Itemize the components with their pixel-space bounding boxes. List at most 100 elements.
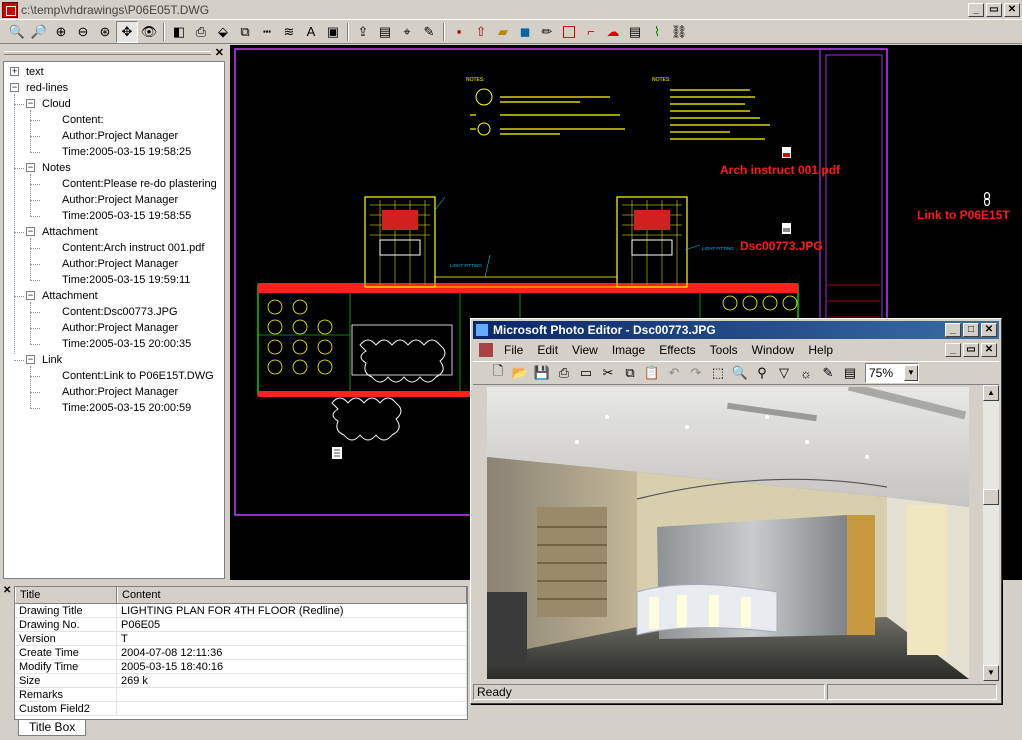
edit-icon[interactable]: ✎	[418, 21, 440, 43]
menu-edit[interactable]: Edit	[530, 343, 565, 357]
tree-leaf-time[interactable]: Time:2005-03-15 19:58:55	[62, 208, 191, 224]
tree-leaf-content[interactable]: Content:Dsc00773.JPG	[62, 304, 178, 320]
polygon-icon[interactable]: ⌐	[580, 21, 602, 43]
link-icon[interactable]: ⛓	[668, 21, 690, 43]
tree-leaf-content[interactable]: Content:Link to P06E15T.DWG	[62, 368, 214, 384]
column-header-title[interactable]: Title	[15, 587, 117, 603]
tree-node-cloud[interactable]: − Cloud	[26, 96, 71, 112]
menu-window[interactable]: Window	[745, 343, 802, 357]
tree-leaf-author[interactable]: Author:Project Manager	[62, 128, 178, 144]
tree-node-link[interactable]: − Link	[26, 352, 62, 368]
chevron-down-icon[interactable]: ▼	[904, 365, 918, 381]
photo-canvas[interactable]	[487, 387, 969, 679]
tree-node-text[interactable]: + text	[10, 64, 44, 80]
save-icon[interactable]: ▪	[448, 21, 470, 43]
save-icon[interactable]: 💾	[531, 363, 553, 383]
tree-leaf-content[interactable]: Content:	[62, 112, 104, 128]
tree-leaf-content[interactable]: Content:Please re-do plastering	[62, 176, 217, 192]
copy-icon[interactable]: ⧉	[619, 363, 641, 383]
zoom-select[interactable]: 75% ▼	[865, 363, 919, 383]
scroll-down-icon[interactable]: ▼	[983, 665, 999, 681]
layers-icon[interactable]: ⧉	[234, 21, 256, 43]
transparency-icon[interactable]: ▽	[773, 363, 795, 383]
zoom-in-icon[interactable]: 🔍	[6, 21, 28, 43]
text-icon[interactable]: A	[300, 21, 322, 43]
print-icon[interactable]: ⎙	[553, 363, 575, 383]
minimize-button[interactable]: _	[968, 2, 984, 17]
pe-maximize-button[interactable]: □	[963, 323, 979, 337]
doc-minimize-button[interactable]: _	[945, 343, 961, 357]
view-icon[interactable]: 👁	[138, 21, 160, 43]
document-icon[interactable]	[479, 343, 493, 357]
scroll-thumb[interactable]	[983, 489, 999, 505]
tree-node-notes[interactable]: − Notes	[26, 160, 71, 176]
scroll-up-icon[interactable]: ▲	[983, 385, 999, 401]
eyedropper-icon[interactable]: ⚲	[751, 363, 773, 383]
pe-minimize-button[interactable]: _	[945, 323, 961, 337]
new-icon[interactable]: 🗋	[487, 363, 509, 383]
close-button[interactable]: ✕	[1004, 2, 1020, 17]
menu-image[interactable]: Image	[605, 343, 652, 357]
table-row[interactable]: Modify Time 2005-03-15 18:40:16	[15, 660, 467, 674]
tree-leaf-time[interactable]: Time:2005-03-15 19:58:25	[62, 144, 191, 160]
menu-help[interactable]: Help	[801, 343, 840, 357]
zoom-window-icon[interactable]: ⊕	[50, 21, 72, 43]
line-style-icon[interactable]: ┅	[256, 21, 278, 43]
compress-icon[interactable]: ◼	[514, 21, 536, 43]
properties-icon[interactable]: ▤	[839, 363, 861, 383]
annotation-drawing-link[interactable]: Link to P06E15T	[917, 208, 1010, 222]
doc-restore-button[interactable]: ▭	[963, 343, 979, 357]
redo-icon[interactable]: ↷	[685, 363, 707, 383]
pe-close-button[interactable]: ✕	[981, 323, 997, 337]
measure-icon[interactable]: ⌖	[396, 21, 418, 43]
open-icon[interactable]: 📂	[509, 363, 531, 383]
tree-leaf-author[interactable]: Author:Project Manager	[62, 320, 178, 336]
export-icon[interactable]: ⇪	[352, 21, 374, 43]
tree-leaf-content[interactable]: Content:Arch instruct 001.pdf	[62, 240, 204, 256]
color-icon[interactable]: ◧	[168, 21, 190, 43]
table-row[interactable]: Custom Field2	[15, 702, 467, 716]
layer-stack-icon[interactable]: ≋	[278, 21, 300, 43]
pen-icon[interactable]: ✏	[536, 21, 558, 43]
menu-file[interactable]: File	[497, 343, 530, 357]
photo-editor-icon[interactable]	[475, 323, 489, 337]
rectangle-icon[interactable]	[558, 21, 580, 43]
cloud-icon[interactable]: ☁	[602, 21, 624, 43]
tree-leaf-author[interactable]: Author:Project Manager	[62, 192, 178, 208]
close-panel-icon[interactable]: ✕	[3, 585, 11, 596]
table-row[interactable]: Create Time 2004-07-08 12:11:36	[15, 646, 467, 660]
table-row[interactable]: Size 269 k	[15, 674, 467, 688]
select-icon[interactable]: ⬚	[707, 363, 729, 383]
3d-icon[interactable]: ⬙	[212, 21, 234, 43]
undo-icon[interactable]: ↶	[663, 363, 685, 383]
brightness-icon[interactable]: ☼	[795, 363, 817, 383]
zoom-extents-icon[interactable]: ⊛	[94, 21, 116, 43]
zoom-previous-icon[interactable]: ⊖	[72, 21, 94, 43]
tree-leaf-author[interactable]: Author:Project Manager	[62, 384, 178, 400]
annotation-jpg-link[interactable]: Dsc00773.JPG	[740, 239, 823, 253]
annotation-pdf-link[interactable]: Arch instruct 001.pdf	[720, 163, 840, 177]
close-panel-icon[interactable]: ✕	[215, 46, 224, 59]
tree-leaf-time[interactable]: Time:2005-03-15 19:59:11	[62, 272, 190, 288]
print-icon[interactable]: ⎙	[190, 21, 212, 43]
pan-icon[interactable]: ✥	[116, 20, 138, 43]
open-icon[interactable]: ▰	[492, 21, 514, 43]
menu-tools[interactable]: Tools	[703, 343, 745, 357]
menu-view[interactable]: View	[565, 343, 605, 357]
app-icon[interactable]	[2, 1, 18, 18]
table-row[interactable]: Drawing Title LIGHTING PLAN FOR 4TH FLOOR…	[15, 604, 467, 618]
menu-effects[interactable]: Effects	[652, 343, 702, 357]
restore-button[interactable]: ▭	[986, 2, 1002, 17]
tree-node-attachment[interactable]: − Attachment	[26, 224, 98, 240]
photo-editor-title-bar[interactable]: Microsoft Photo Editor - Dsc00773.JPG _ …	[473, 321, 999, 339]
zoom-out-icon[interactable]: 🔎	[28, 21, 50, 43]
tree-node-attachment[interactable]: − Attachment	[26, 288, 98, 304]
panel-grip[interactable]: ✕	[0, 45, 228, 60]
cut-icon[interactable]: ✂	[597, 363, 619, 383]
scan-icon[interactable]: ▭	[575, 363, 597, 383]
tab-title-box[interactable]: Title Box	[18, 720, 87, 736]
paste-icon[interactable]: 📋	[641, 363, 663, 383]
tree-leaf-author[interactable]: Author:Project Manager	[62, 256, 178, 272]
touchup-icon[interactable]: ✎	[817, 363, 839, 383]
tree-leaf-time[interactable]: Time:2005-03-15 20:00:59	[62, 400, 191, 416]
